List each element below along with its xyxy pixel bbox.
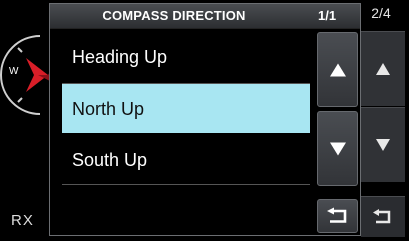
option-heading-up[interactable]: Heading Up xyxy=(62,32,310,84)
back-button[interactable] xyxy=(317,199,358,233)
up-arrow-icon xyxy=(376,63,390,75)
compass-west-label: W xyxy=(9,66,19,77)
option-north-up[interactable]: North Up xyxy=(62,84,310,133)
option-south-up[interactable]: South Up xyxy=(62,135,310,185)
return-arrow-icon xyxy=(373,209,391,224)
up-arrow-icon xyxy=(329,63,346,76)
background-down-button xyxy=(361,107,405,182)
background-page-indicator: 2/4 xyxy=(371,5,391,21)
background-up-button xyxy=(361,31,405,106)
dialog-page-indicator: 1/1 xyxy=(318,8,337,23)
compass-display: W xyxy=(0,30,52,120)
option-list: Heading Up North Up South Up xyxy=(62,32,310,185)
background-back-button xyxy=(361,196,405,237)
scroll-down-button[interactable] xyxy=(317,111,358,186)
down-arrow-icon xyxy=(376,139,390,151)
down-arrow-icon xyxy=(329,142,346,155)
rx-label: RX xyxy=(11,212,34,229)
scroll-up-button[interactable] xyxy=(317,32,358,107)
return-arrow-icon xyxy=(326,207,346,223)
dialog-header: COMPASS DIRECTION 1/1 xyxy=(50,4,360,29)
dialog-title: COMPASS DIRECTION xyxy=(102,8,246,23)
compass-direction-dialog: COMPASS DIRECTION 1/1 Heading Up North U… xyxy=(49,3,361,236)
